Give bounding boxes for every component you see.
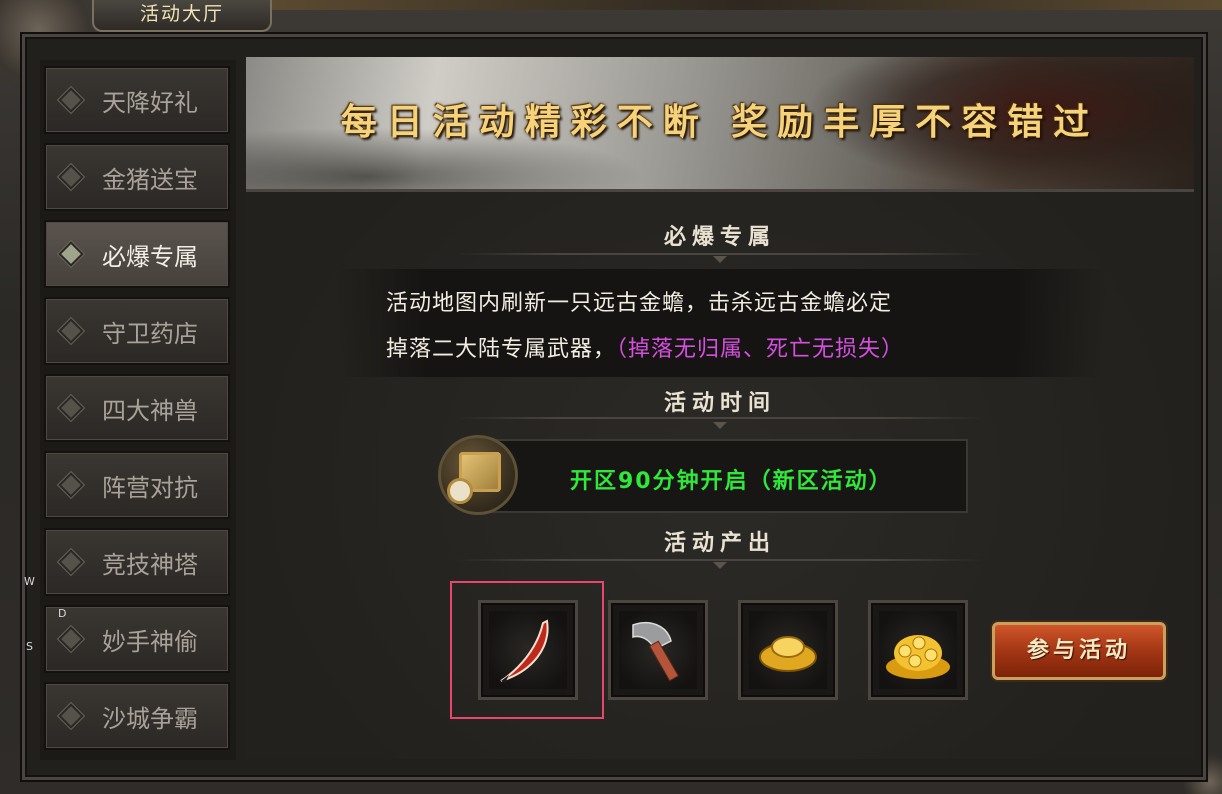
sidebar-item-label: 守卫药店 bbox=[102, 319, 198, 348]
sidebar-item-label: 沙城争霸 bbox=[102, 704, 198, 733]
sidebar-item-label: 必爆专属 bbox=[102, 242, 198, 271]
activity-time-text: 开区90分钟开启（新区活动） bbox=[570, 469, 893, 494]
gem-bullet-icon bbox=[58, 241, 84, 267]
activity-time-box: 开区90分钟开启（新区活动） bbox=[438, 435, 968, 517]
sidebar-item-label: 天降好礼 bbox=[102, 88, 198, 117]
sidebar-item-label: 竞技神塔 bbox=[102, 550, 198, 579]
gem-bullet-icon bbox=[58, 549, 84, 575]
sidebar-item-label: 阵营对抗 bbox=[102, 473, 198, 502]
sidebar-item-bibao[interactable]: 必爆专属 bbox=[44, 220, 230, 288]
gem-bullet-icon bbox=[58, 164, 84, 190]
sidebar-item-jinzhu[interactable]: 金猪送宝 bbox=[44, 143, 230, 211]
reward-slot-3[interactable] bbox=[738, 600, 838, 700]
top-decor-strip bbox=[268, 0, 1222, 10]
gem-bullet-icon bbox=[58, 703, 84, 729]
description-line-1: 活动地图内刷新一只远古金蟾，击杀远古金蟾必定 bbox=[386, 291, 893, 316]
key-hint-d: D bbox=[58, 607, 67, 620]
description-line-2: 掉落二大陆专属武器，（掉落无归属、死亡无损失） bbox=[386, 331, 1066, 363]
pocket-watch-icon bbox=[447, 478, 473, 504]
reward-slot-4[interactable] bbox=[868, 600, 968, 700]
key-hint-s: S bbox=[26, 640, 33, 653]
title-divider bbox=[456, 253, 984, 255]
title-divider bbox=[456, 417, 984, 419]
gold-ingot-icon bbox=[759, 636, 817, 672]
activity-hall-window: 活动大厅 天降好礼 金猪送宝 必爆专属 守卫药店 四大神兽 阵营对抗 竞技神塔 … bbox=[0, 0, 1222, 794]
section-title-time: 活动时间 bbox=[246, 385, 1194, 429]
description-note: （掉落无归属、死亡无损失） bbox=[616, 337, 905, 362]
time-bar: 开区90分钟开启（新区活动） bbox=[468, 439, 968, 513]
banner-slogan: 每日活动精彩不断 奖励丰厚不容错过 bbox=[340, 101, 1100, 143]
activity-banner: 每日活动精彩不断 奖励丰厚不容错过 bbox=[246, 57, 1194, 192]
red-curved-blade-icon bbox=[500, 619, 549, 683]
sidebar-item-miaoshou[interactable]: 妙手神偷 bbox=[44, 605, 230, 673]
sidebar-item-label: 妙手神偷 bbox=[102, 627, 198, 656]
key-hint-w: W bbox=[24, 575, 35, 588]
sidebar-item-shouwei[interactable]: 守卫药店 bbox=[44, 297, 230, 365]
gem-bullet-icon bbox=[58, 318, 84, 344]
gold-coins-pile-icon bbox=[886, 635, 950, 679]
reward-slot-2[interactable] bbox=[608, 600, 708, 700]
reward-slot-1[interactable] bbox=[478, 600, 578, 700]
activity-sidebar: 天降好礼 金猪送宝 必爆专属 守卫药店 四大神兽 阵营对抗 竞技神塔 妙手神偷 … bbox=[40, 60, 236, 760]
section-title-output: 活动产出 bbox=[246, 525, 1194, 569]
sidebar-item-label: 金猪送宝 bbox=[102, 165, 198, 194]
gem-bullet-icon bbox=[58, 395, 84, 421]
description-line-2-main: 掉落二大陆专属武器， bbox=[386, 337, 617, 362]
activity-detail-panel: 每日活动精彩不断 奖励丰厚不容错过 必爆专属 活动地图内刷新一只远古金蟾，击杀远… bbox=[246, 57, 1194, 759]
sidebar-item-jingji[interactable]: 竞技神塔 bbox=[44, 528, 230, 596]
join-activity-button[interactable]: 参与活动 bbox=[992, 622, 1166, 680]
gem-bullet-icon bbox=[58, 472, 84, 498]
gift-clock-icon bbox=[438, 435, 518, 515]
sidebar-item-sida[interactable]: 四大神兽 bbox=[44, 374, 230, 442]
sidebar-item-shacheng[interactable]: 沙城争霸 bbox=[44, 682, 230, 750]
gem-bullet-icon bbox=[58, 87, 84, 113]
sidebar-item-tianjiang[interactable]: 天降好礼 bbox=[44, 66, 230, 134]
section-title-bibao: 必爆专属 bbox=[246, 219, 1194, 263]
axe-icon bbox=[632, 621, 680, 682]
sidebar-item-zhenying[interactable]: 阵营对抗 bbox=[44, 451, 230, 519]
title-divider bbox=[456, 559, 984, 561]
window-title: 活动大厅 bbox=[92, 0, 272, 32]
gem-bullet-icon bbox=[58, 626, 84, 652]
sidebar-item-label: 四大神兽 bbox=[102, 396, 198, 425]
